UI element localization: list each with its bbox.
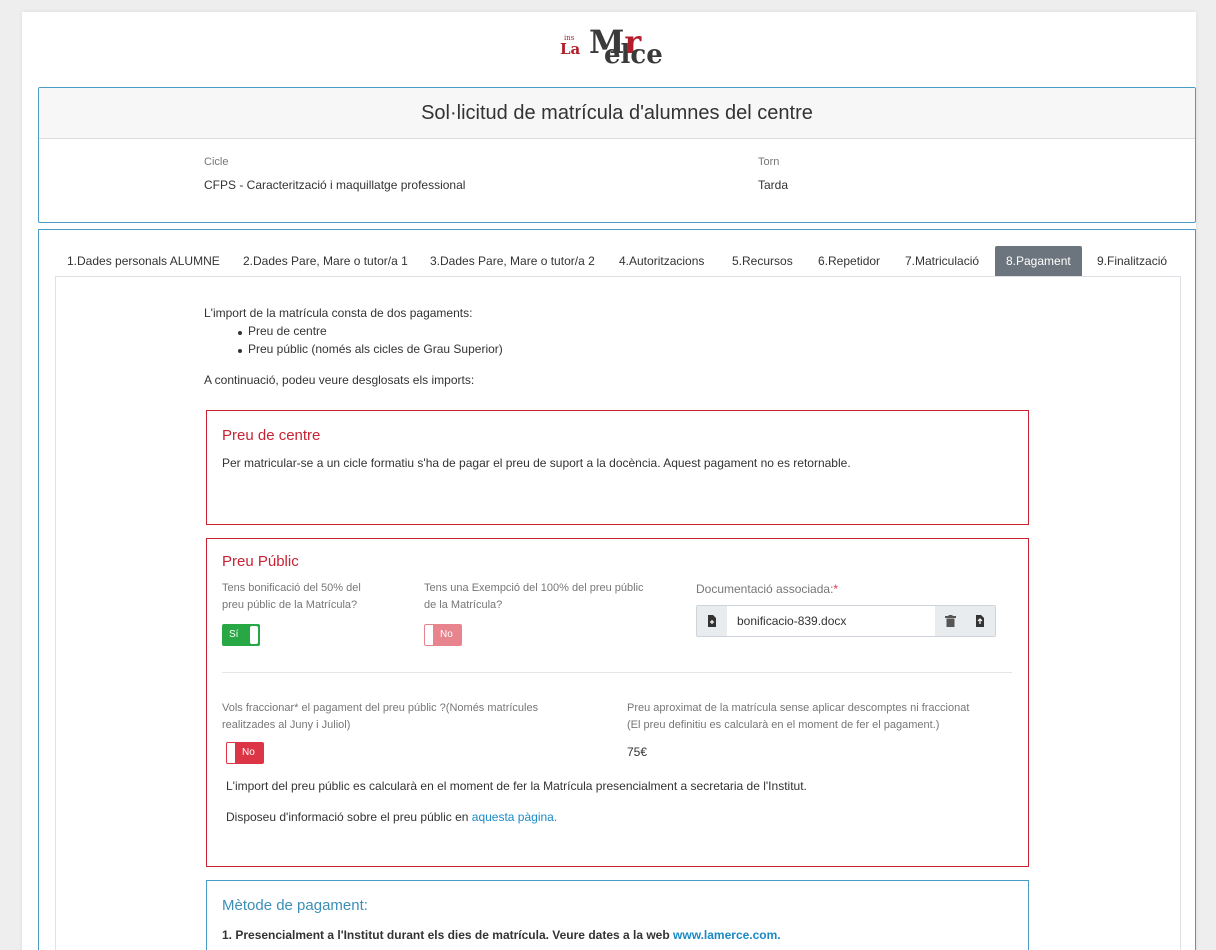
trash-icon[interactable] xyxy=(935,606,965,636)
tab-matriculacio[interactable]: 7.Matriculació xyxy=(905,246,979,276)
bonificacio-label: Tens bonificació del 50% del xyxy=(222,582,361,594)
cicle-label: Cicle xyxy=(204,156,229,168)
fraccionar-label: Vols fraccionar* el pagament del preu pú… xyxy=(222,702,539,714)
tab-dades-tutor-2[interactable]: 3.Dades Pare, Mare o tutor/a 2 xyxy=(430,246,595,276)
list-item: Preu públic (només als cicles de Grau Su… xyxy=(238,342,503,356)
tab-finalitzacio[interactable]: 9.Finalització xyxy=(1097,246,1167,276)
tab-dades-tutor-1[interactable]: 2.Dades Pare, Mare o tutor/a 1 xyxy=(243,246,408,276)
school-logo: ins La Mr elce xyxy=(558,22,678,74)
metode-step-1: 1. Presencialment a l'Institut durant el… xyxy=(222,928,781,942)
section-divider xyxy=(222,672,1012,673)
bonificacio-toggle[interactable]: Sí xyxy=(222,624,260,646)
toggle-knob xyxy=(250,626,258,644)
tab-repetidor[interactable]: 6.Repetidor xyxy=(818,246,880,276)
upload-icon[interactable] xyxy=(965,606,995,636)
file-icon xyxy=(697,606,727,636)
intro-text: L'import de la matrícula consta de dos p… xyxy=(204,306,473,320)
exempcio-label: Tens una Exempció del 100% del preu públ… xyxy=(424,582,644,594)
logo-erce: elce xyxy=(604,40,663,70)
tab-pagament[interactable]: 8.Pagament xyxy=(995,246,1082,276)
info-text: Disposeu d'informació sobre el preu públ… xyxy=(226,810,558,824)
fraccionar-toggle[interactable]: No xyxy=(226,742,264,764)
preu-public-title: Preu Públic xyxy=(222,553,299,570)
metode-title: Mètode de pagament: xyxy=(222,897,368,914)
doc-filename: bonificacio-839.docx xyxy=(737,614,847,628)
import-text: L'import del preu públic es calcularà en… xyxy=(226,779,807,793)
fraccionar-label-2: realitzades al Juny i Juliol) xyxy=(222,719,351,731)
preu-centre-card: Preu de centre Per matricular-se a un ci… xyxy=(206,410,1029,525)
preu-centre-title: Preu de centre xyxy=(222,427,321,444)
tab-recursos[interactable]: 5.Recursos xyxy=(732,246,793,276)
preu-aprox-label: Preu aproximat de la matrícula sense apl… xyxy=(627,702,970,714)
intro-breakdown-text: A continuació, podeu veure desglosats el… xyxy=(204,373,475,387)
website-link[interactable]: www.lamerce.com. xyxy=(673,928,781,942)
preu-value: 75€ xyxy=(627,745,648,759)
doc-label: Documentació associada:* xyxy=(696,582,839,596)
cicle-value: CFPS - Caracterització i maquillatge pro… xyxy=(204,178,466,192)
bonificacio-label-2: preu públic de la Matrícula? xyxy=(222,599,358,611)
tab-dades-alumne[interactable]: 1.Dades personals ALUMNE xyxy=(67,246,220,276)
torn-label: Torn xyxy=(758,156,780,168)
toggle-label: Sí xyxy=(229,629,239,640)
request-header-panel: Sol·licitud de matrícula d'alumnes del c… xyxy=(38,87,1196,223)
list-item: Preu de centre xyxy=(238,324,327,338)
page-title: Sol·licitud de matrícula d'alumnes del c… xyxy=(39,88,1195,139)
doc-file-field: bonificacio-839.docx xyxy=(696,605,996,637)
exempcio-toggle[interactable]: No xyxy=(424,624,462,646)
preu-aprox-label-2: (El preu definitiu es calcularà en el mo… xyxy=(627,719,940,731)
exempcio-label-2: de la Matrícula? xyxy=(424,599,503,611)
torn-value: Tarda xyxy=(758,178,789,192)
preu-centre-text: Per matricular-se a un cicle formatiu s'… xyxy=(222,456,851,470)
toggle-label: No xyxy=(242,747,255,758)
logo-la: La xyxy=(560,40,581,58)
info-link[interactable]: aquesta pàgina. xyxy=(472,810,557,824)
tab-autoritzacions[interactable]: 4.Autoritzacions xyxy=(619,246,704,276)
toggle-label: No xyxy=(440,629,453,640)
